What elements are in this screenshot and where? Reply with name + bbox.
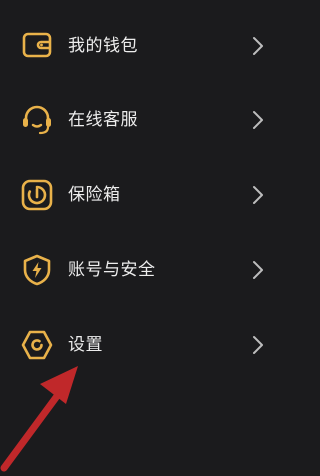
shield-lightning-icon bbox=[20, 253, 54, 287]
menu-item-safe[interactable]: 保险箱 bbox=[0, 165, 285, 225]
headset-icon bbox=[20, 103, 54, 137]
chevron-right-icon bbox=[251, 335, 265, 355]
menu-item-label: 账号与安全 bbox=[68, 260, 156, 280]
menu-item-customer-service[interactable]: 在线客服 bbox=[0, 90, 285, 150]
safe-icon bbox=[20, 178, 54, 212]
menu-item-label: 保险箱 bbox=[68, 185, 121, 205]
chevron-right-icon bbox=[251, 110, 265, 130]
menu-item-label: 我的钱包 bbox=[68, 36, 138, 56]
settings-menu: 我的钱包 在线客服 保险箱 账号与安全 设置 bbox=[0, 0, 285, 476]
menu-item-settings[interactable]: 设置 bbox=[0, 315, 285, 375]
settings-icon bbox=[20, 328, 54, 362]
menu-item-wallet[interactable]: 我的钱包 bbox=[0, 16, 285, 76]
chevron-right-icon bbox=[251, 36, 265, 56]
menu-item-label: 设置 bbox=[68, 335, 103, 355]
wallet-icon bbox=[20, 29, 54, 63]
menu-item-account-security[interactable]: 账号与安全 bbox=[0, 240, 285, 300]
chevron-right-icon bbox=[251, 260, 265, 280]
menu-item-label: 在线客服 bbox=[68, 110, 138, 130]
chevron-right-icon bbox=[251, 185, 265, 205]
